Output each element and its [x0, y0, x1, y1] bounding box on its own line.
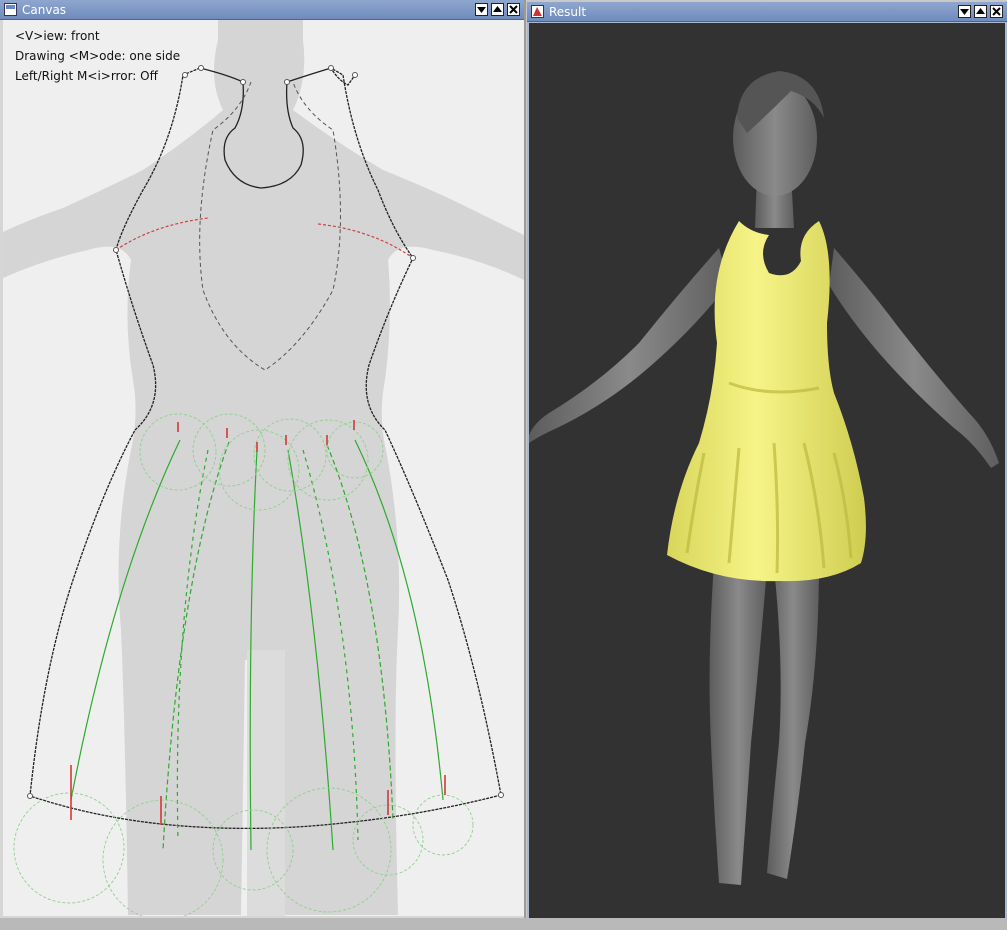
app-icon: [4, 3, 17, 16]
canvas-titlebar[interactable]: Canvas: [0, 0, 524, 20]
drawing-mode-label: Drawing <M>ode: one side: [15, 49, 181, 63]
mirror-mode-label: Left/Right M<i>rror: Off: [15, 69, 158, 83]
canvas-window-title: Canvas: [22, 3, 67, 17]
mannequin-legs-shade: [247, 650, 285, 916]
result-window-title: Result: [549, 5, 587, 19]
minimize-button[interactable]: [475, 3, 488, 16]
app-icon: [531, 5, 544, 18]
sketch-drawing[interactable]: [3, 20, 524, 916]
maximize-button[interactable]: [974, 5, 987, 18]
result-window: Result: [527, 2, 1007, 924]
result-titlebar[interactable]: Result: [527, 2, 1007, 22]
status-strip: [0, 918, 1007, 930]
close-icon: [509, 5, 518, 14]
minimize-icon: [477, 7, 486, 13]
maximize-icon: [493, 6, 502, 12]
view-mode-label: <V>iew: front: [15, 29, 100, 43]
minimize-button[interactable]: [958, 5, 971, 18]
close-button[interactable]: [990, 5, 1003, 18]
maximize-icon: [976, 8, 985, 14]
canvas-window: Canvas <V>iew: front Drawing <M>ode: one…: [0, 0, 526, 918]
close-icon: [992, 7, 1001, 16]
sketch-canvas[interactable]: <V>iew: front Drawing <M>ode: one side L…: [3, 20, 524, 916]
3d-viewport[interactable]: [529, 23, 1005, 922]
close-button[interactable]: [507, 3, 520, 16]
maximize-button[interactable]: [491, 3, 504, 16]
minimize-icon: [960, 9, 969, 15]
3d-render[interactable]: [529, 23, 1005, 922]
